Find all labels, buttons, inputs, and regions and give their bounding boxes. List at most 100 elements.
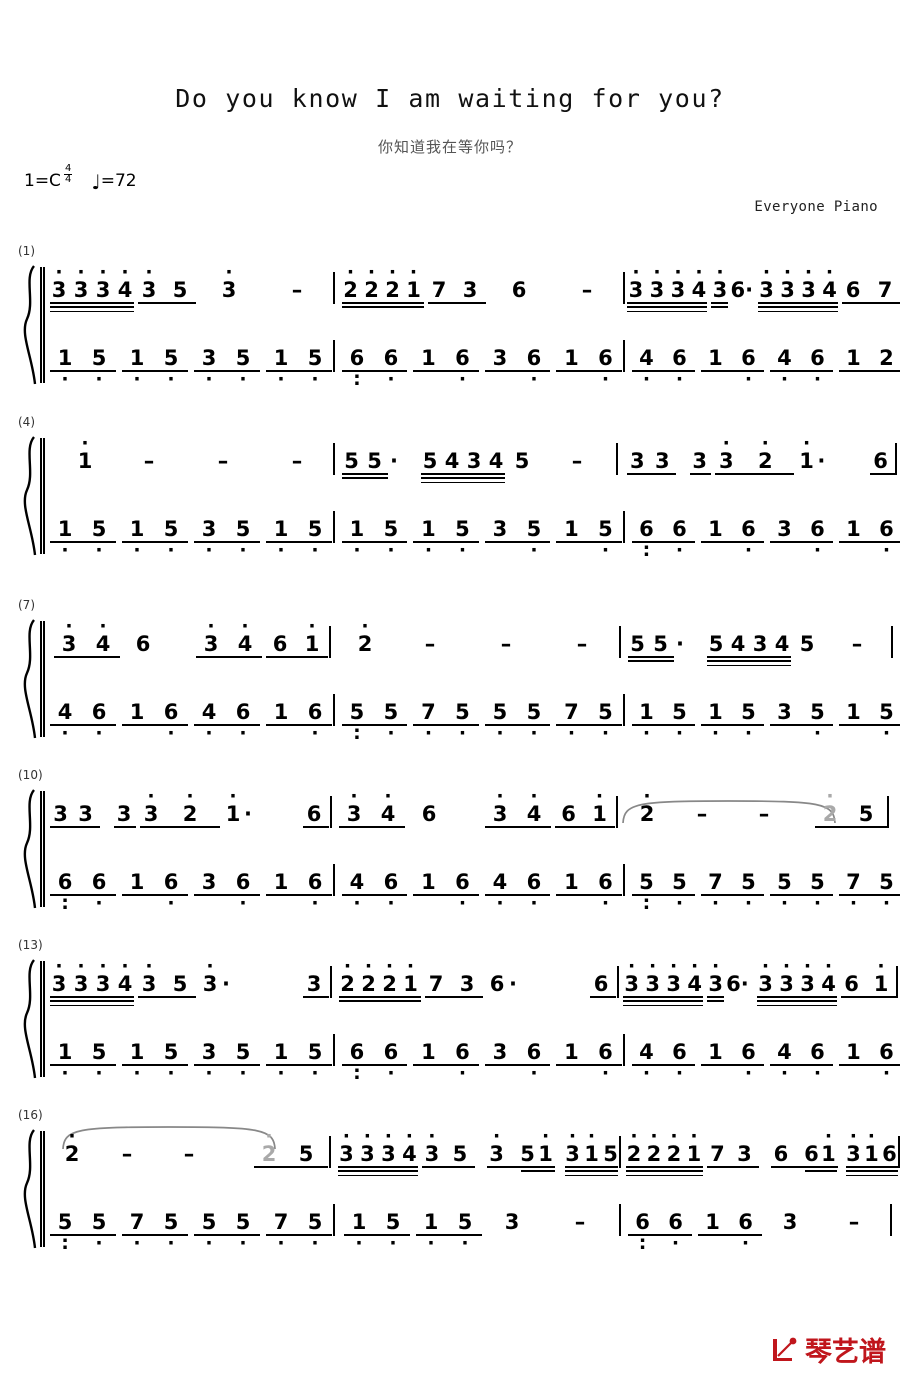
note-group: 4 · 6 · xyxy=(340,856,410,914)
measure: 1 · 5 · 1 · 5 · 3 · 5 · 1 · 5 · xyxy=(48,503,334,560)
system-number: (16) xyxy=(18,1108,43,1122)
note-group: · 3 5 xyxy=(136,263,198,310)
note: 5 · xyxy=(672,870,687,914)
note: 5 · xyxy=(91,346,107,390)
note: 5 · xyxy=(235,346,251,390)
note: 6 · xyxy=(383,870,399,914)
note: 7 · xyxy=(708,870,723,914)
note-group: · 3 · 4 xyxy=(52,617,122,664)
note-group: · 3 · 3 · 3 · 4 xyxy=(48,957,136,1006)
note: 6 · xyxy=(672,346,687,390)
measure: 6: 6 · 1 6 · 3 6 · 1 6 · xyxy=(334,332,624,390)
note: · 2 xyxy=(382,955,397,997)
note: 3 xyxy=(462,278,478,302)
note-group: 1 6 · xyxy=(411,856,481,913)
note: 6 · xyxy=(91,870,107,914)
note-group: 7 · 5 · xyxy=(411,686,481,743)
note-group: 5 · 5 · xyxy=(483,686,553,743)
note: 7 · xyxy=(273,1210,289,1254)
note-group: · 3 · 3 · 3 · 4 xyxy=(756,261,840,312)
note: 5 · xyxy=(307,1040,323,1084)
site-watermark[interactable]: 琴艺谱 xyxy=(770,1336,886,1369)
measure: · 3 · 3 · 3 · 4 · 3 6 · · 3 · 3 · 3 · 4 … xyxy=(618,955,898,1010)
note: 1 xyxy=(564,870,579,894)
note-group: · 3 · 4 xyxy=(483,787,553,834)
note: 1 · xyxy=(273,1040,289,1084)
note: · 1 xyxy=(584,1125,599,1167)
note: 5 · xyxy=(526,517,542,561)
sustain-dash: – xyxy=(851,632,863,656)
note: · 1 xyxy=(873,955,889,997)
note: 1 · xyxy=(129,346,145,390)
note: 7 xyxy=(877,278,893,302)
note: 7 · xyxy=(564,700,579,744)
note: 5 xyxy=(452,1142,468,1166)
sustain-dash: – xyxy=(291,278,303,302)
note: 1 xyxy=(129,870,145,894)
note: 5 · xyxy=(235,1040,251,1084)
note: 5 · xyxy=(307,346,323,390)
note: · 4 xyxy=(237,615,253,657)
melody-stave: · 1 – – – 5 5 · 5 4 3 4 5 – 3 3 3 · 3 · … xyxy=(48,432,897,487)
note: 6 xyxy=(135,632,151,656)
note: 5 · xyxy=(235,1210,251,1254)
note: · 3 xyxy=(202,955,218,997)
note-group: 1 6 · xyxy=(699,1026,766,1083)
note: 5 xyxy=(858,802,874,826)
note-group: 4 · 6 · xyxy=(630,1026,697,1083)
note-group: 5 · 1 xyxy=(519,1127,557,1174)
note: · 1 xyxy=(77,432,93,474)
note: 1 · xyxy=(639,700,654,744)
note: 6 xyxy=(306,802,322,826)
note: 1 xyxy=(421,870,436,894)
note-group: · 3 · 2 xyxy=(138,787,222,834)
note-group: 1 · 5 · xyxy=(342,1196,412,1254)
note-group: · 3 · 4 xyxy=(194,615,264,664)
measure: 4 · 6 · 1 6 · 4 · 6 · 1 xyxy=(334,856,624,914)
key-and-tempo: 1=C 4 4 ♩ =72 xyxy=(24,163,137,192)
note-group: 3 6 · xyxy=(483,1026,553,1083)
note: 6 xyxy=(726,972,741,996)
note: · 3 xyxy=(800,955,815,997)
note: 3 xyxy=(116,802,132,826)
note: 5 xyxy=(630,632,645,656)
note-group: 4 · 6 · xyxy=(483,856,553,913)
note: 5 xyxy=(422,449,438,473)
note: 6 · xyxy=(810,346,825,390)
note-group: 6 · 1 xyxy=(264,615,330,664)
note: · 3 xyxy=(780,261,795,303)
note: 1 · xyxy=(351,1210,367,1254)
measure: · 2 · 2 · 2 · 1 7 3 6 6 · 1 · 3 · 1 6 xyxy=(620,1127,900,1180)
note-group: 1 6 · xyxy=(696,1196,764,1253)
note: · 2 xyxy=(757,432,773,474)
note-group: · 3 5 · 1 xyxy=(485,1125,558,1174)
note-group: 7 · 5 · xyxy=(120,1196,190,1253)
note: · 3 xyxy=(628,261,644,303)
left-double-barline xyxy=(40,438,45,554)
note: 6 · xyxy=(810,1040,825,1084)
note: 6 xyxy=(773,1142,789,1166)
note-group: 7 · 5 · xyxy=(837,856,900,913)
note: 5 xyxy=(520,1142,535,1166)
system-number: (1) xyxy=(18,244,35,258)
key-label: 1=C xyxy=(24,170,61,191)
measure: 4 · 6 · 1 6 · 4 · 6 · 1 xyxy=(624,332,900,390)
note: · 1 xyxy=(304,615,320,657)
note-tied: · 2 xyxy=(822,785,838,827)
note: 5: xyxy=(639,870,654,914)
augmentation-dot: · xyxy=(817,449,826,473)
note-group: · 3 · 3 · 3 · 4 xyxy=(625,261,709,312)
measure: 5 5 · 5 4 3 4 5 – xyxy=(620,618,893,670)
sustain-dash: – xyxy=(291,449,303,473)
note: 6 · xyxy=(91,700,107,744)
note: 3 xyxy=(692,449,708,473)
note-group: 3 xyxy=(301,958,331,1004)
note-group: 4 · 6 · xyxy=(768,1026,835,1084)
note: 6 · xyxy=(455,346,470,390)
note-group: 1 6 · xyxy=(554,1026,624,1083)
note: 6: xyxy=(639,517,654,561)
note: · 3 xyxy=(489,1125,504,1167)
measure: · 2 · 2 · 2 · 1 7 3 6 – xyxy=(334,263,624,316)
note: 3 xyxy=(752,632,768,656)
note-group: 1 5 · xyxy=(837,686,900,743)
